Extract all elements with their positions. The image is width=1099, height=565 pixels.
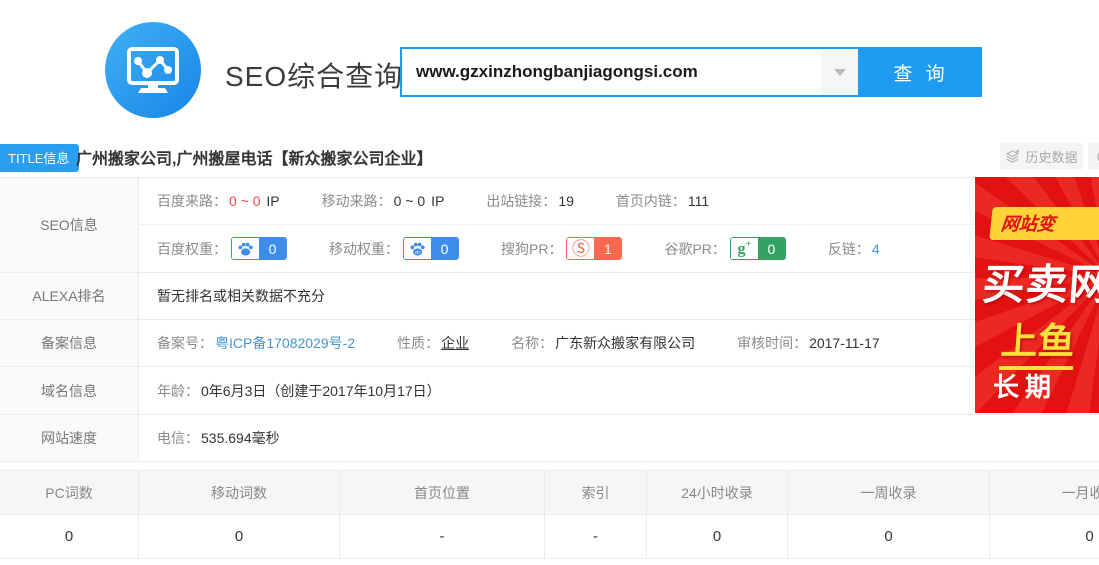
search-input[interactable] bbox=[402, 49, 858, 95]
baidu-weight-badge: 0 bbox=[231, 237, 287, 260]
title-bar: TITLE信息 广州搬家公司,广州搬屋电话【新众搬家公司企业】 历史数据 bbox=[0, 143, 1099, 173]
search-history-dropdown[interactable] bbox=[821, 49, 858, 95]
ad-badge-text: 网站变 bbox=[989, 207, 1099, 240]
search-bar: 查 询 bbox=[400, 47, 982, 97]
stats-col-24h-included: 24小时收录 0 bbox=[647, 471, 788, 558]
row-label-seo: SEO信息 bbox=[0, 178, 139, 272]
google-pr-badge: g+ 0 bbox=[730, 237, 786, 260]
speed-content: 电信： 535.694毫秒 bbox=[139, 415, 1099, 461]
history-data-label: 历史数据 bbox=[1025, 147, 1077, 166]
page-title: SEO综合查询 bbox=[225, 55, 403, 95]
title-info-badge: TITLE信息 bbox=[0, 144, 79, 172]
paw-m-icon: m bbox=[404, 238, 431, 259]
seo-info-table: SEO信息 百度来路： 0 ~ 0 IP 移动来路： 0 ~ 0 IP 出站链接… bbox=[0, 177, 1099, 462]
table-row-seo-info: SEO信息 百度来路： 0 ~ 0 IP 移动来路： 0 ~ 0 IP 出站链接… bbox=[0, 178, 1099, 273]
table-row-alexa: ALEXA排名 暂无排名或相关数据不充分 bbox=[0, 273, 1099, 320]
row-label-alexa: ALEXA排名 bbox=[0, 273, 139, 319]
stats-col-homepage-position: 首页位置 - bbox=[340, 471, 545, 558]
seo-weight-subrow: 百度权重： 0 移动权重： m bbox=[139, 225, 1099, 272]
stats-col-month-included: 一月收录 0 bbox=[990, 471, 1099, 558]
beian-nature-link[interactable]: 企业 bbox=[441, 333, 469, 353]
paw-icon bbox=[232, 238, 259, 259]
row-label-domain: 域名信息 bbox=[0, 367, 139, 414]
secondary-tool-button[interactable] bbox=[1088, 143, 1099, 170]
domain-content: 年龄： 0年6月3日（创建于2017年10月17日） bbox=[139, 367, 1099, 414]
table-row-speed: 网站速度 电信： 535.694毫秒 bbox=[0, 415, 1099, 462]
table-row-beian: 备案信息 备案号： 粤ICP备17082029号-2 性质： 企业 名称： 广东… bbox=[0, 320, 1099, 367]
stats-col-mobile-words: 移动词数 0 bbox=[139, 471, 340, 558]
beian-number-link[interactable]: 粤ICP备17082029号-2 bbox=[215, 333, 355, 353]
beian-content: 备案号： 粤ICP备17082029号-2 性质： 企业 名称： 广东新众搬家有… bbox=[139, 320, 1099, 366]
google-plus-icon: g+ bbox=[731, 238, 758, 259]
backlinks-stat[interactable]: 反链： 4 bbox=[828, 239, 880, 259]
homepage-inlinks-stat: 首页内链： 111 bbox=[616, 191, 709, 211]
google-pr-stat[interactable]: 谷歌PR： g+ 0 bbox=[664, 237, 785, 260]
baidu-weight-stat[interactable]: 百度权重： 0 bbox=[157, 237, 287, 260]
seo-traffic-subrow: 百度来路： 0 ~ 0 IP 移动来路： 0 ~ 0 IP 出站链接： 19 首… bbox=[139, 178, 1099, 225]
svg-text:m: m bbox=[415, 250, 420, 256]
telecom-speed-stat: 电信： 535.694毫秒 bbox=[157, 428, 280, 448]
ad-subheadline: 上鱼 bbox=[999, 311, 1077, 370]
mobile-traffic-stat: 移动来路： 0 ~ 0 IP bbox=[322, 191, 445, 211]
monitor-chart-icon bbox=[105, 22, 201, 118]
baidu-traffic-stat: 百度来路： 0 ~ 0 IP bbox=[157, 191, 280, 211]
ad-footer-text: 长期收 bbox=[993, 367, 1099, 404]
seo-query-page: SEO综合查询 查 询 TITLE信息 广州搬家公司,广州搬屋电话【新众搬家公司… bbox=[0, 0, 1099, 565]
beian-nature-stat: 性质： 企业 bbox=[397, 333, 469, 353]
sogou-pr-stat[interactable]: 搜狗PR： Ⓢ 1 bbox=[501, 237, 622, 260]
sogou-pr-badge: Ⓢ 1 bbox=[566, 237, 622, 260]
chevron-down-icon bbox=[834, 69, 846, 76]
beian-name-stat: 名称： 广东新众搬家有限公司 bbox=[511, 333, 695, 353]
query-button[interactable]: 查 询 bbox=[860, 47, 982, 97]
row-label-beian: 备案信息 bbox=[0, 320, 139, 366]
history-data-button[interactable]: 历史数据 bbox=[1000, 143, 1083, 170]
keyword-stats-table: PC词数 0 移动词数 0 首页位置 - 索引 - 24小时收录 0 一周收录 … bbox=[0, 470, 1099, 559]
ad-banner[interactable]: 网站变 买卖网 上鱼 长期收 bbox=[975, 177, 1099, 413]
site-title-text: 广州搬家公司,广州搬屋电话【新众搬家公司企业】 bbox=[76, 145, 432, 169]
alexa-content: 暂无排名或相关数据不充分 bbox=[139, 273, 1099, 319]
beian-number-stat: 备案号： 粤ICP备17082029号-2 bbox=[157, 333, 355, 353]
table-row-domain: 域名信息 年龄： 0年6月3日（创建于2017年10月17日） bbox=[0, 367, 1099, 415]
domain-age-stat: 年龄： 0年6月3日（创建于2017年10月17日） bbox=[157, 381, 441, 401]
outbound-links-stat: 出站链接： 19 bbox=[486, 191, 574, 211]
ad-headline: 买卖网 bbox=[981, 251, 1099, 312]
stats-col-pc-words: PC词数 0 bbox=[0, 471, 139, 558]
sogou-icon: Ⓢ bbox=[567, 238, 594, 259]
app-logo bbox=[105, 22, 201, 118]
stats-col-index: 索引 - bbox=[545, 471, 647, 558]
search-input-wrap bbox=[400, 47, 860, 97]
mobile-weight-stat[interactable]: 移动权重： m 0 bbox=[329, 237, 459, 260]
stats-col-week-included: 一周收录 0 bbox=[788, 471, 990, 558]
beian-audit-time-stat: 审核时间： 2017-11-17 bbox=[737, 333, 880, 353]
row-label-speed: 网站速度 bbox=[0, 415, 139, 461]
layers-icon bbox=[1005, 149, 1020, 164]
mobile-weight-badge: m 0 bbox=[403, 237, 459, 260]
seo-info-content: 百度来路： 0 ~ 0 IP 移动来路： 0 ~ 0 IP 出站链接： 19 首… bbox=[139, 178, 1099, 272]
